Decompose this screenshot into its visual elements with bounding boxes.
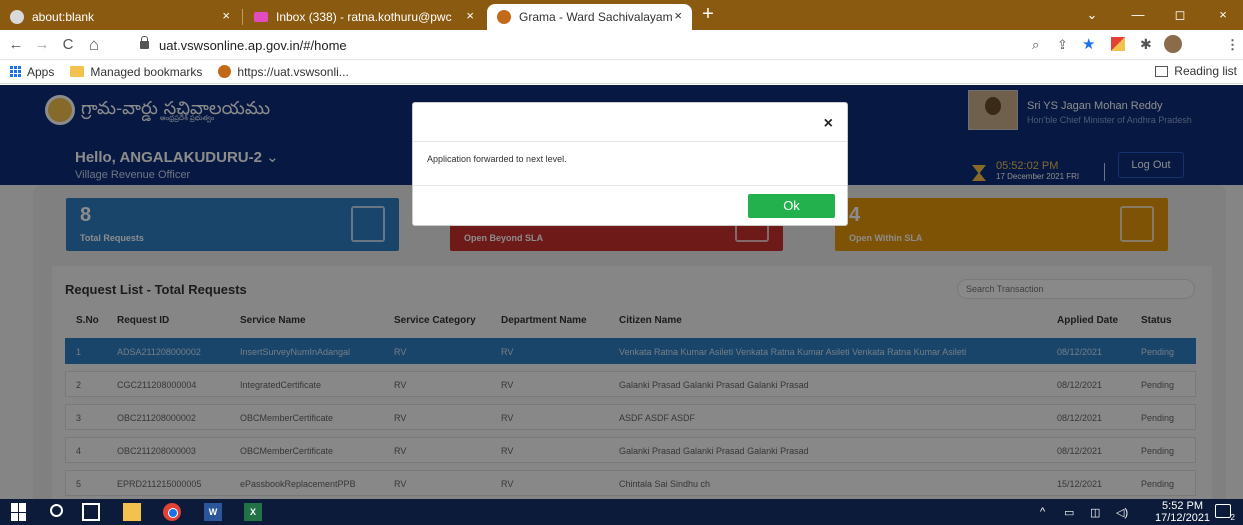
zoom-icon[interactable]: ⌕: [1032, 37, 1039, 53]
new-tab-button[interactable]: +: [696, 4, 720, 26]
task-view-icon[interactable]: [82, 503, 100, 521]
tab-close-icon[interactable]: ×: [674, 8, 682, 23]
puzzle-icon[interactable]: ✱: [1140, 36, 1152, 53]
bookmark-label: Apps: [27, 64, 55, 79]
reading-list-button[interactable]: Reading list: [1155, 64, 1237, 78]
maximize-button[interactable]: ◻: [1160, 4, 1200, 26]
url-field[interactable]: uat.vswsonline.ap.gov.in/#/home: [140, 34, 1020, 56]
close-window-button[interactable]: ×: [1203, 4, 1243, 26]
divider: [413, 141, 847, 142]
bookmark-uat-site[interactable]: https://uat.vswsonli...: [218, 64, 349, 79]
divider: [413, 185, 847, 186]
tab-inbox[interactable]: Inbox (338) - ratna.kothuru@pwc ×: [244, 4, 484, 30]
extension-icon[interactable]: [1111, 37, 1125, 51]
star-icon[interactable]: ★: [1082, 35, 1095, 53]
tab-grama-ward[interactable]: Grama - Ward Sachivalayam ×: [487, 4, 692, 30]
battery-icon[interactable]: ▭: [1064, 506, 1074, 519]
notification-count: 2: [1230, 513, 1235, 522]
taskbar-clock[interactable]: 5:52 PM 17/12/2021: [1155, 500, 1210, 524]
tab-title: Grama - Ward Sachivalayam: [519, 10, 673, 24]
tray-chevron-icon[interactable]: ^: [1040, 506, 1045, 518]
forward-button[interactable]: →: [32, 35, 52, 55]
web-page: గ్రామ-వార్డు సచివాలయము ఆంధ్రప్రదేశ్ ప్రభ…: [0, 85, 1243, 499]
share-icon[interactable]: ⇪: [1057, 37, 1068, 53]
browser-tab-strip: about:blank × Inbox (338) - ratna.kothur…: [0, 0, 1243, 30]
tab-close-icon[interactable]: ×: [222, 8, 230, 23]
url-text: uat.vswsonline.ap.gov.in/#/home: [159, 37, 347, 53]
dialog-message: Application forwarded to next level.: [427, 154, 567, 164]
globe-icon: [218, 65, 232, 78]
tab-separator: [242, 9, 243, 25]
confirmation-dialog: × Application forwarded to next level. O…: [412, 102, 848, 226]
bookmarks-bar: Apps Managed bookmarks https://uat.vswso…: [0, 60, 1243, 84]
notification-icon[interactable]: 2: [1215, 504, 1235, 522]
ok-button[interactable]: Ok: [748, 194, 835, 218]
excel-icon[interactable]: X: [244, 503, 262, 521]
mail-icon: [254, 12, 268, 22]
chrome-icon[interactable]: [163, 503, 181, 521]
tab-search-button[interactable]: ⌄: [1072, 4, 1112, 26]
tab-title: about:blank: [32, 10, 95, 24]
tab-close-icon[interactable]: ×: [466, 8, 474, 23]
reading-list-icon: [1155, 65, 1169, 77]
start-windows-icon[interactable]: [11, 503, 29, 521]
close-icon[interactable]: ×: [824, 115, 833, 133]
network-icon[interactable]: ◫: [1090, 506, 1100, 519]
file-explorer-icon[interactable]: [123, 503, 141, 521]
search-icon[interactable]: [50, 504, 63, 517]
bookmark-label: Managed bookmarks: [90, 64, 203, 79]
reload-button[interactable]: C: [58, 35, 78, 55]
taskbar-time: 5:52 PM: [1162, 500, 1204, 512]
profile-icon[interactable]: [1164, 35, 1182, 53]
bookmark-managed[interactable]: Managed bookmarks: [70, 65, 202, 79]
word-icon[interactable]: W: [204, 503, 222, 521]
lock-icon: [140, 36, 149, 49]
folder-icon: [70, 66, 85, 77]
menu-icon[interactable]: ⋮: [1226, 37, 1239, 53]
windows-taskbar: W X ^ ▭ ◫ ◁) 5:52 PM 17/12/2021 2: [0, 499, 1243, 525]
volume-icon[interactable]: ◁): [1116, 506, 1128, 519]
reading-list-label: Reading list: [1174, 64, 1237, 78]
home-button[interactable]: ⌂: [84, 35, 104, 55]
tab-title: Inbox (338) - ratna.kothuru@pwc: [276, 10, 452, 24]
tab-about-blank[interactable]: about:blank ×: [0, 4, 240, 30]
apps-grid-icon: [10, 66, 21, 77]
bookmark-apps[interactable]: Apps: [10, 65, 54, 79]
globe-icon: [10, 10, 24, 24]
site-favicon-icon: [497, 10, 511, 24]
taskbar-date: 17/12/2021: [1155, 512, 1211, 524]
back-button[interactable]: ←: [6, 35, 26, 55]
address-bar: ← → C ⌂ uat.vswsonline.ap.gov.in/#/home …: [0, 30, 1243, 60]
minimize-button[interactable]: —: [1118, 4, 1158, 26]
bookmark-label: https://uat.vswsonli...: [237, 64, 349, 79]
